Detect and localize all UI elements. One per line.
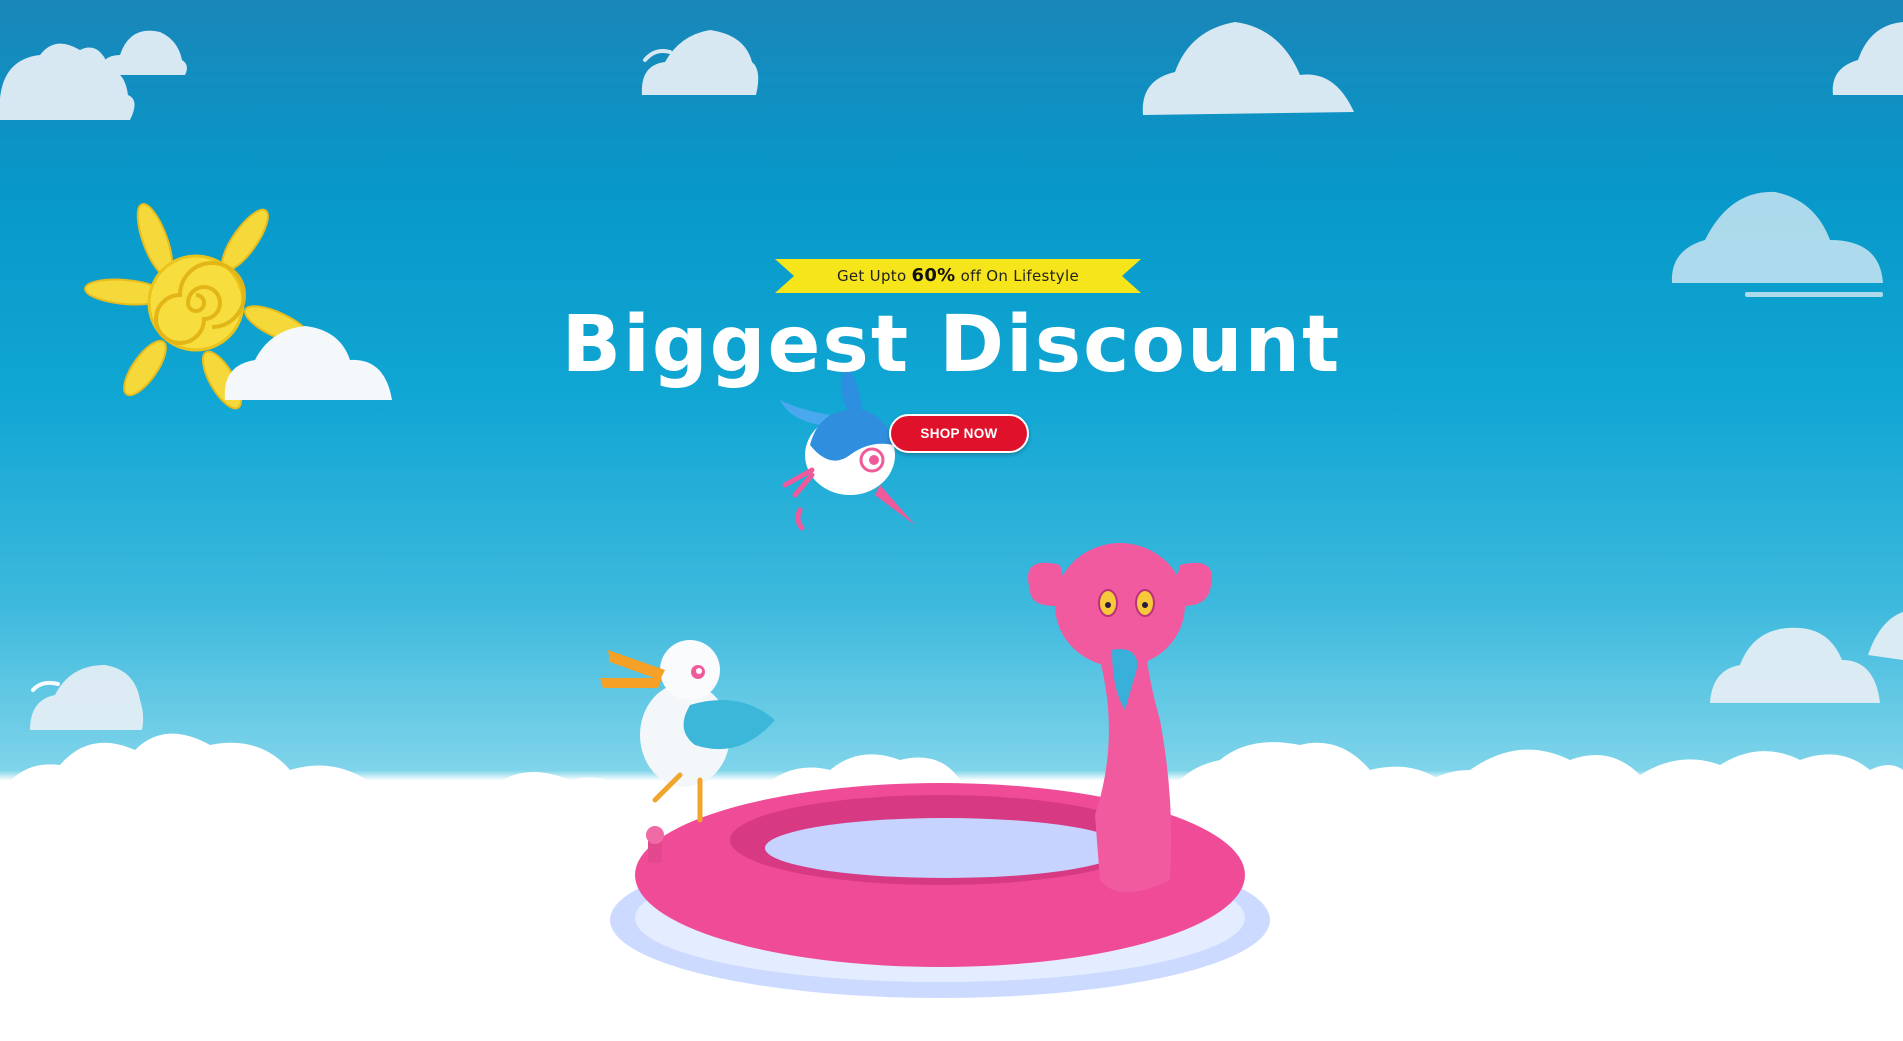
cloud-icon [1832,22,1903,95]
promo-highlight: 60% [911,265,956,286]
cloud-icon [1671,191,1883,297]
page-title: Biggest Discount [561,300,1342,390]
cloud-icon [1710,612,1903,703]
cloud-icon [30,665,144,730]
promo-suffix: off On Lifestyle [960,267,1079,285]
promo-prefix: Get Upto [836,267,907,285]
promo-ribbon-text: Get Upto 60% off On Lifestyle [775,259,1141,293]
hero-illustration [0,22,1903,1041]
cloud-icon [1142,22,1354,115]
cloud-icon [0,43,135,120]
shop-now-button[interactable]: SHOP NOW [889,414,1029,453]
cloud-icon [100,30,187,76]
cloud-icon [641,30,759,95]
